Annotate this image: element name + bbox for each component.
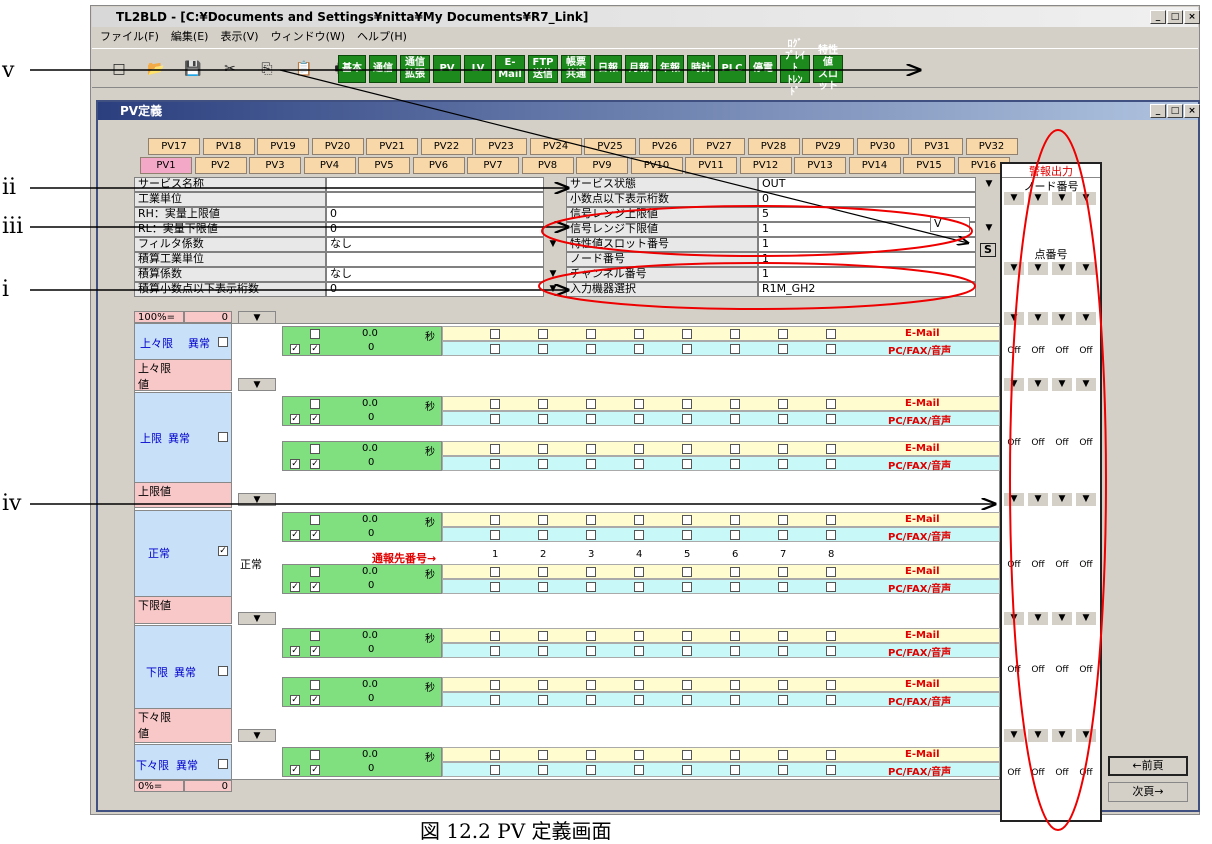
- figure-caption: 図 12.2 PV 定義画面: [420, 819, 612, 843]
- annotation-ii: ii: [2, 175, 17, 200]
- annotation-layer: [30, 0, 1107, 831]
- highlight-signal-range: [541, 205, 973, 257]
- annotation-iv: iv: [2, 491, 22, 516]
- annotation-i: i: [2, 277, 10, 302]
- annotation-v: v: [2, 58, 15, 83]
- highlight-channel: [538, 262, 976, 310]
- highlight-alarm-column: [1009, 129, 1107, 831]
- annotation-iii: iii: [2, 214, 24, 239]
- arrow-v-slot: [279, 69, 968, 243]
